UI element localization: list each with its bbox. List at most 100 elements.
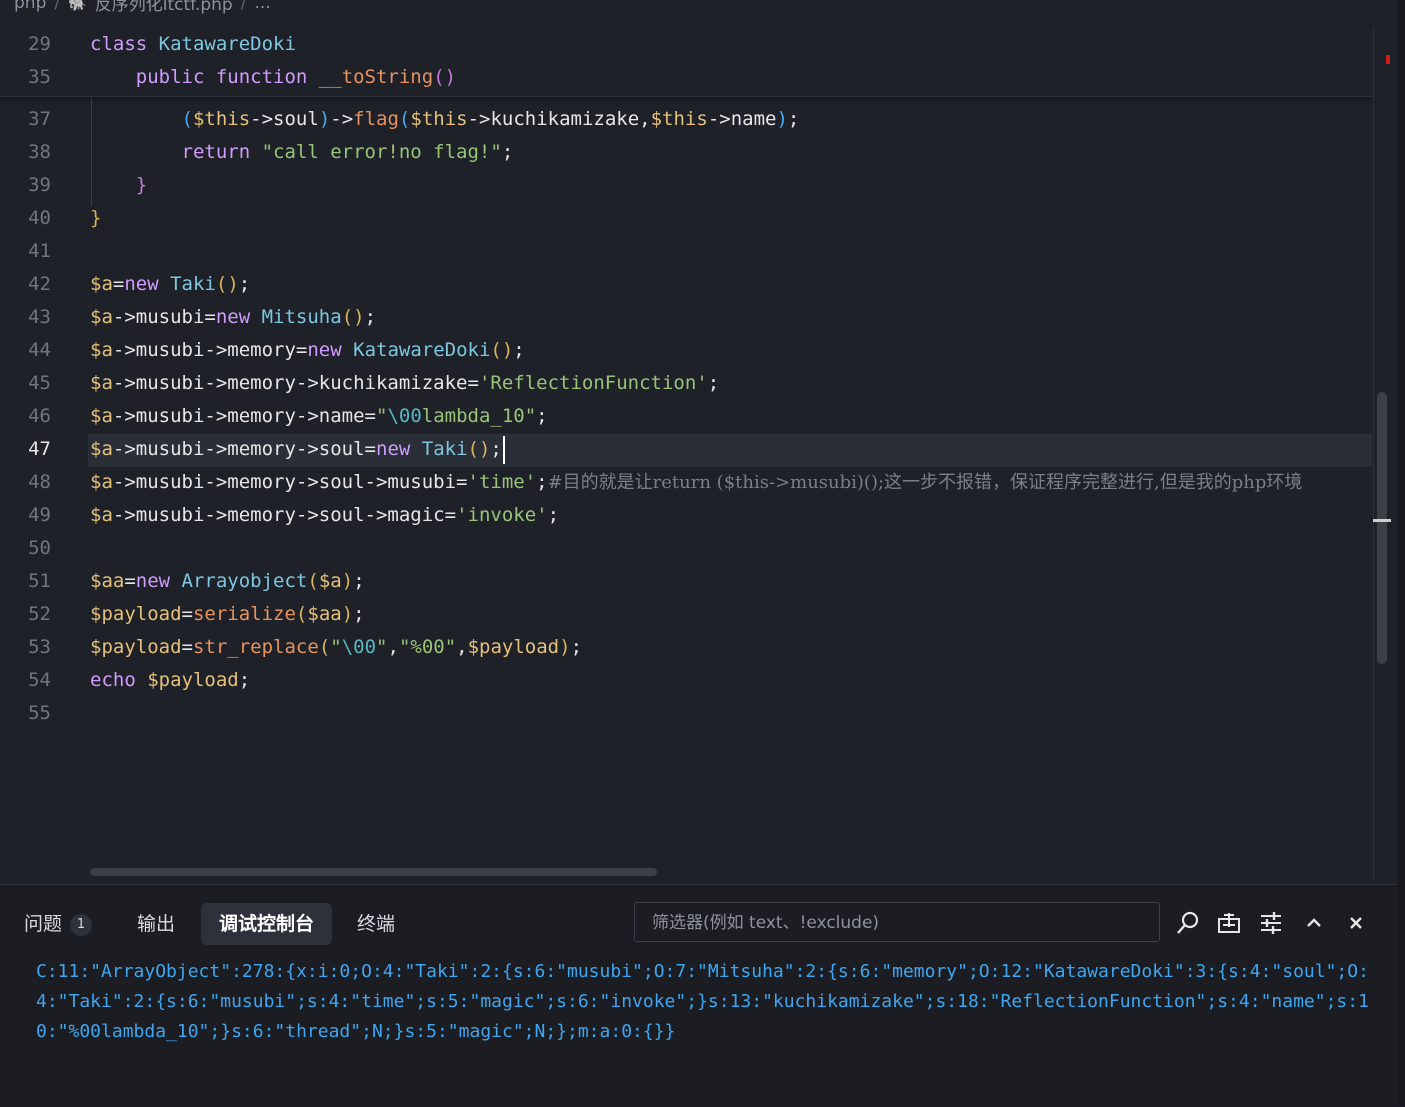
code-text[interactable]: $payload=str_replace("\00","%00",$payloa… [90,631,582,664]
text-cursor [502,435,505,464]
line-number[interactable]: 39 [0,169,51,202]
code-text[interactable]: $a->musubi=new Mitsuha(); [90,301,376,334]
line-number[interactable]: 49 [0,499,51,532]
code-token: \00 [387,405,422,427]
breadcrumb-file[interactable]: 反序列化ltctf.php [95,0,233,14]
code-line[interactable]: 46 $a->musubi->memory->name="\00lambda_10… [0,400,1372,433]
line-number[interactable]: 40 [0,202,51,235]
code-text[interactable]: } [90,202,101,235]
code-token: class [90,33,159,55]
code-token: ->kuchikamizake, [467,108,651,130]
tab-debug-console[interactable]: 调试控制台 [201,903,333,945]
line-number[interactable]: 46 [0,400,51,433]
line-number[interactable]: 48 [0,466,51,499]
code-token: new [135,570,182,592]
close-icon[interactable] [1342,909,1370,937]
horizontal-scrollbar[interactable] [90,868,657,876]
code-line[interactable]: 42 $a=new Taki(); [0,268,1372,301]
code-text[interactable]: $a->musubi->memory->soul=new Taki(); [90,433,505,466]
collapse-all-icon[interactable] [1215,909,1243,937]
code-text[interactable]: class KatawareDoki [90,28,296,61]
error-marker[interactable] [1386,55,1390,64]
line-number[interactable]: 55 [0,697,51,730]
line-number[interactable]: 43 [0,301,51,334]
code-token: ) [341,570,354,592]
code-line[interactable]: 40} [0,202,1372,235]
code-text[interactable]: $a->musubi->memory->soul->musubi='time';… [90,466,1302,499]
cursor-position-marker [1373,519,1391,522]
code-text[interactable]: $a=new Taki(); [90,268,250,301]
code-line[interactable]: 50 [0,532,1372,565]
code-token: () [490,339,514,361]
code-token: ; [238,273,251,295]
code-token: ( [318,636,331,658]
code-line[interactable]: 41 [0,235,1372,268]
code-line[interactable]: 38 return "call error!no flag!"; [0,136,1372,169]
line-number[interactable]: 37 [0,103,51,136]
code-line[interactable]: 43 $a->musubi=new Mitsuha(); [0,301,1372,334]
code-token: ; [353,570,365,592]
code-token: ->musubi->memory->soul->musubi= [112,471,468,493]
line-number[interactable]: 35 [0,61,51,94]
code-text[interactable]: $aa=new Arrayobject($a); [90,565,365,598]
code-text[interactable]: $a->musubi->memory=new KatawareDoki(); [90,334,525,367]
code-token: new [215,306,262,328]
tab-problems[interactable]: 问题 1 [6,903,110,945]
settings-sliders-icon[interactable] [1257,909,1285,937]
line-number[interactable]: 29 [0,28,51,61]
line-number[interactable]: 52 [0,598,51,631]
code-line[interactable]: 55 [0,697,1372,730]
code-line[interactable]: 52 $payload=serialize($aa); [0,598,1372,631]
line-number[interactable]: 38 [0,136,51,169]
code-line[interactable]: 37 ($this->soul)->flag($this->kuchikamiz… [0,103,1372,136]
code-token: ; [707,372,720,394]
code-editor[interactable]: php / 🐘 反序列化ltctf.php / ... 29 class Kata… [0,0,1372,880]
debug-console-output[interactable]: C:11:"ArrayObject":278:{x:i:0;O:4:"Taki"… [36,957,1381,1047]
code-token: $aa [307,603,342,625]
code-text[interactable]: echo $payload; [90,664,250,697]
code-text[interactable]: } [90,169,147,202]
search-icon[interactable] [1174,909,1202,937]
filter-input[interactable]: 筛选器(例如 text、!exclude) [634,902,1160,942]
chevron-up-icon[interactable] [1300,909,1328,937]
line-number[interactable]: 42 [0,268,51,301]
code-line[interactable]: 48 $a->musubi->memory->soul->musubi='time… [0,466,1372,499]
code-line[interactable]: 44 $a->musubi->memory=new KatawareDoki(); [0,334,1372,367]
line-number[interactable]: 47 [0,433,51,466]
code-line[interactable]: 45 $a->musubi->memory->kuchikamizake='Ref… [0,367,1372,400]
code-line[interactable]: 49 $a->musubi->memory->soul->magic='invok… [0,499,1372,532]
breadcrumb-more[interactable]: ... [254,0,270,13]
vertical-scrollbar[interactable] [1377,392,1387,664]
code-line[interactable]: 29 class KatawareDoki [0,28,1372,61]
code-text[interactable]: public function __toString() [90,61,456,94]
code-line[interactable]: 39 } [0,169,1372,202]
line-number[interactable]: 51 [0,565,51,598]
code-line[interactable]: 47 $a->musubi->memory->soul=new Taki(); [0,433,1372,466]
code-token: } [90,207,102,229]
line-number[interactable]: 53 [0,631,51,664]
code-text[interactable]: $a->musubi->memory->kuchikamizake='Refle… [90,367,719,400]
code-line[interactable]: 51 $aa=new Arrayobject($a); [0,565,1372,598]
code-token: ; [238,669,251,691]
line-number[interactable]: 41 [0,235,51,268]
tab-terminal[interactable]: 终端 [339,903,413,945]
problems-count-badge: 1 [70,914,93,936]
code-token: ; [501,141,514,163]
code-line[interactable]: 35 public function __toString() [0,61,1372,94]
line-number[interactable]: 44 [0,334,51,367]
code-token: KatawareDoki [353,339,491,361]
code-line[interactable]: 53 $payload=str_replace("\00","%00",$payl… [0,631,1372,664]
tab-output[interactable]: 输出 [119,903,193,945]
code-line[interactable]: 54 echo $payload; [0,664,1372,697]
code-text[interactable]: $a->musubi->memory->soul->magic='invoke'… [90,499,559,532]
sticky-scroll-header[interactable]: 29 class KatawareDoki 35 public function _… [0,28,1372,97]
line-number[interactable]: 54 [0,664,51,697]
breadcrumb-folder[interactable]: php [14,0,46,13]
code-text[interactable]: ($this->soul)->flag($this->kuchikamizake… [90,103,800,136]
panel-tabs: 问题 1 输出 调试控制台 终端 筛选器(例如 text、!exclude) [0,885,1398,963]
line-number[interactable]: 50 [0,532,51,565]
line-number[interactable]: 45 [0,367,51,400]
code-text[interactable]: $payload=serialize($aa); [90,598,365,631]
code-text[interactable]: $a->musubi->memory->name="\00lambda_10"; [90,400,548,433]
code-text[interactable]: return "call error!no flag!"; [90,136,514,169]
